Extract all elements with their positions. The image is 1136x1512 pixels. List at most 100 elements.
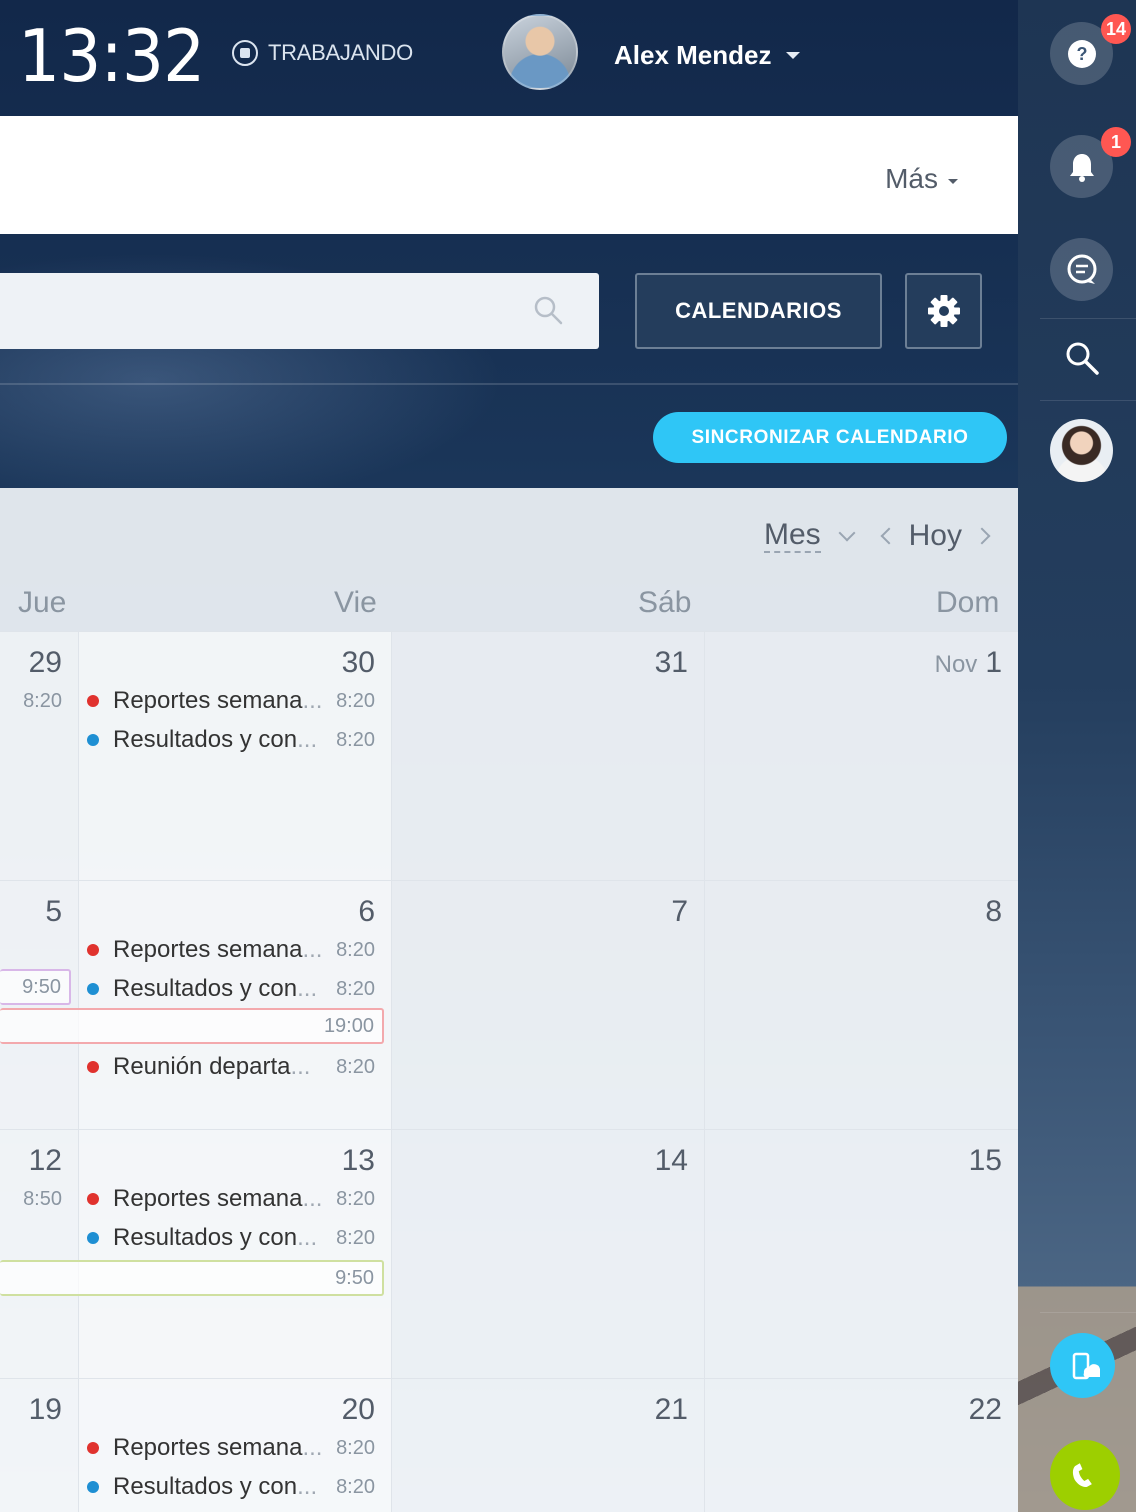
day-cell[interactable]: 12 8:50 <box>0 1130 79 1379</box>
day-cell[interactable]: 19 <box>0 1379 79 1512</box>
calendar-event-span[interactable]: 9:50 <box>0 1260 384 1296</box>
day-cell[interactable]: 15 <box>705 1130 1018 1379</box>
day-cell[interactable]: 13 Reportes semana... 8:20 Resultados y … <box>79 1130 392 1379</box>
day-number: 5 <box>45 895 62 928</box>
calendar-event[interactable]: Resultados y con... 8:20 <box>87 725 375 755</box>
calendar-event[interactable]: Reunión departa... 8:20 <box>87 1052 375 1082</box>
event-time: 8:20 <box>23 690 62 712</box>
help-icon: ? <box>1067 39 1096 68</box>
today-button[interactable]: Hoy <box>909 519 962 553</box>
svg-text:?: ? <box>1076 44 1087 64</box>
chevron-down-icon[interactable] <box>838 524 856 541</box>
calendar-event[interactable]: Reportes semana... 8:20 <box>87 686 375 716</box>
day-cell[interactable]: Nov 1 <box>705 632 1018 881</box>
day-cell[interactable]: 22 <box>705 1379 1018 1512</box>
day-cell[interactable]: 21 <box>392 1379 705 1512</box>
event-time: 8:20 <box>336 1475 375 1498</box>
event-title: Reportes semana... <box>113 1185 323 1212</box>
day-cell[interactable]: 29 8:20 <box>0 632 79 881</box>
calendars-button[interactable]: CALENDARIOS <box>635 273 882 349</box>
chat-button[interactable] <box>1050 238 1113 301</box>
day-number: 31 <box>654 646 688 679</box>
day-header-vie: Vie <box>334 586 377 619</box>
day-cell[interactable]: 6 Reportes semana... 8:20 Resultados y c… <box>79 881 392 1130</box>
calendar-event[interactable]: Resultados y con... 8:20 <box>87 1223 375 1253</box>
event-time: 8:20 <box>336 977 375 1000</box>
event-time: 8:20 <box>336 728 375 751</box>
chat-icon <box>1067 254 1096 284</box>
gear-icon <box>927 295 960 327</box>
calendar-event[interactable]: Resultados y con... 8:20 <box>87 1472 375 1502</box>
sidebar-divider <box>1040 1312 1136 1313</box>
blue-dot-icon <box>87 734 99 746</box>
event-time: 8:20 <box>336 938 375 961</box>
day-number: 8 <box>985 895 1002 928</box>
ellipsis: ... <box>302 1185 323 1212</box>
day-number: 12 <box>28 1144 62 1177</box>
event-title: Reportes semana... <box>113 687 323 714</box>
day-cell[interactable]: 30 Reportes semana... 8:20 Resultados y … <box>79 632 392 881</box>
sidebar-divider <box>1040 400 1136 401</box>
user-menu[interactable]: Alex Mendez <box>614 40 800 71</box>
contact-avatar[interactable] <box>1050 419 1113 482</box>
event-time: 8:50 <box>23 1188 62 1210</box>
ellipsis: ... <box>297 975 318 1002</box>
calendar-event-span[interactable]: 19:00 <box>0 1008 384 1044</box>
cloud-sync-button[interactable] <box>1050 1333 1115 1398</box>
menu-bar: Más <box>0 116 1018 234</box>
more-menu-button[interactable]: Más <box>885 163 958 195</box>
red-dot-icon <box>87 1442 99 1454</box>
ellipsis: ... <box>297 1473 318 1500</box>
calendar-controls: Mes Hoy <box>763 518 991 553</box>
day-number: 21 <box>654 1393 688 1426</box>
day-cell[interactable]: 8 <box>705 881 1018 1130</box>
help-button[interactable]: ? 14 <box>1050 14 1131 85</box>
day-cell[interactable]: 20 Reportes semana... 8:20 Resultados y … <box>79 1379 392 1512</box>
calendar-event[interactable]: Reportes semana... 8:20 <box>87 1184 375 1214</box>
day-header-jue: Jue <box>18 586 67 619</box>
view-selector[interactable]: Mes <box>763 518 821 553</box>
caret-down-icon <box>948 178 958 184</box>
sidebar-divider <box>1040 318 1136 319</box>
user-avatar[interactable] <box>502 14 578 90</box>
chevron-right-icon[interactable] <box>973 527 991 544</box>
settings-button[interactable] <box>905 273 982 349</box>
day-number: 14 <box>654 1144 688 1177</box>
work-status[interactable]: TRABAJANDO <box>232 40 413 66</box>
sync-calendar-button[interactable]: SINCRONIZAR CALENDARIO <box>653 412 1007 463</box>
event-title: Resultados y con... <box>113 726 318 753</box>
calendar-event[interactable]: Reportes semana... 8:20 <box>87 1433 375 1463</box>
blue-dot-icon <box>87 1232 99 1244</box>
event-time: 8:20 <box>336 1055 375 1078</box>
day-headers: Jue Vie Sáb Dom <box>0 576 1018 632</box>
phone-icon <box>1072 1463 1092 1488</box>
notifications-button[interactable]: 1 <box>1050 127 1131 198</box>
day-number: 6 <box>358 895 375 928</box>
day-number: 7 <box>671 895 688 928</box>
event-title: Resultados y con... <box>113 1473 318 1500</box>
search-icon <box>534 296 563 325</box>
call-button[interactable] <box>1050 1440 1120 1510</box>
chevron-left-icon[interactable] <box>880 527 898 544</box>
toolbar-divider <box>0 383 1018 385</box>
sidebar-search-button[interactable] <box>1064 340 1100 381</box>
day-cell[interactable]: 31 <box>392 632 705 881</box>
calendar-event-span[interactable]: 9:50 <box>0 969 71 1005</box>
day-header-sab: Sáb <box>638 586 692 619</box>
ellipsis: ... <box>302 687 323 714</box>
ellipsis: ... <box>297 726 318 753</box>
calendar-grid: 29 8:20 30 Reportes semana... 8:20 Resul… <box>0 632 1018 1512</box>
day-cell[interactable]: 14 <box>392 1130 705 1379</box>
day-cell[interactable]: 5 <box>0 881 79 1130</box>
event-time: 8:20 <box>336 1226 375 1249</box>
month-label: Nov <box>934 651 978 678</box>
day-number: 19 <box>28 1393 62 1426</box>
day-cell[interactable]: 7 <box>392 881 705 1130</box>
top-header: 13:32 TRABAJANDO Alex Mendez <box>0 0 1018 116</box>
search-input[interactable] <box>0 273 599 349</box>
red-dot-icon <box>87 944 99 956</box>
help-badge: 14 <box>1100 14 1131 44</box>
calendar-event[interactable]: Resultados y con... 8:20 <box>87 974 375 1004</box>
calendar-event[interactable]: Reportes semana... 8:20 <box>87 935 375 965</box>
day-number: 22 <box>968 1393 1002 1426</box>
